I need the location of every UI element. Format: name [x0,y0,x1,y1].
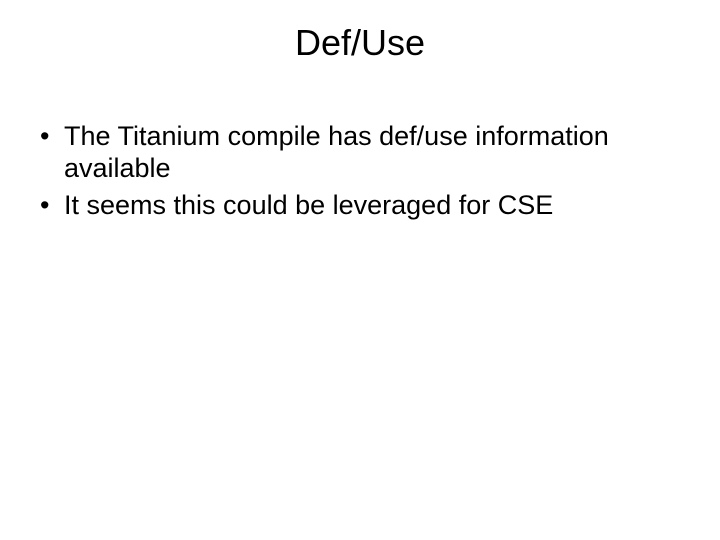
slide: Def/Use The Titanium compile has def/use… [0,0,720,540]
bullet-list: The Titanium compile has def/use informa… [36,120,684,221]
list-item: The Titanium compile has def/use informa… [36,120,684,185]
slide-title: Def/Use [0,22,720,64]
list-item: It seems this could be leveraged for CSE [36,189,684,221]
slide-body: The Titanium compile has def/use informa… [36,120,684,225]
